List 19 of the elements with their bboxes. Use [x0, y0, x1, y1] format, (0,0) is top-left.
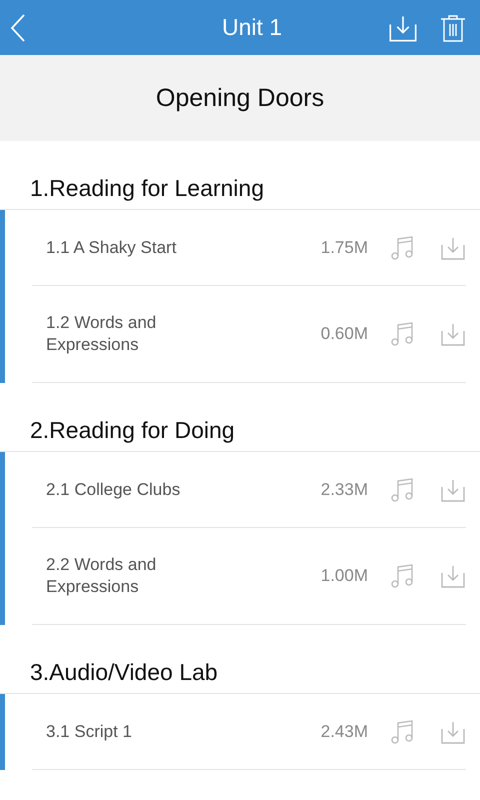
lesson-title[interactable]: 2.2 Words and Expressions [32, 554, 196, 598]
file-size: 1.00M [320, 566, 368, 586]
lesson-title[interactable]: 1.2 Words and Expressions [32, 312, 196, 356]
file-size: 2.33M [320, 480, 368, 500]
download-icon[interactable] [440, 321, 466, 347]
trash-icon[interactable] [440, 14, 466, 42]
lesson-title[interactable]: 2.1 College Clubs [32, 478, 196, 500]
back-button[interactable] [10, 14, 26, 42]
download-icon[interactable] [440, 563, 466, 589]
section-title: 1.Reading for Learning [0, 175, 480, 210]
lesson-title[interactable]: 3.1 Script 1 [32, 720, 196, 742]
file-size: 2.43M [320, 722, 368, 742]
lesson-title[interactable]: 1.1 A Shaky Start [32, 236, 196, 258]
section-title: 3.Audio/Video Lab [0, 659, 480, 694]
unit-title: Opening Doors [156, 84, 324, 112]
file-size: 0.60M [320, 324, 368, 344]
file-size: 1.75M [320, 238, 368, 258]
section-title: 2.Reading for Doing [0, 417, 480, 452]
page-title: Unit 1 [220, 14, 284, 41]
